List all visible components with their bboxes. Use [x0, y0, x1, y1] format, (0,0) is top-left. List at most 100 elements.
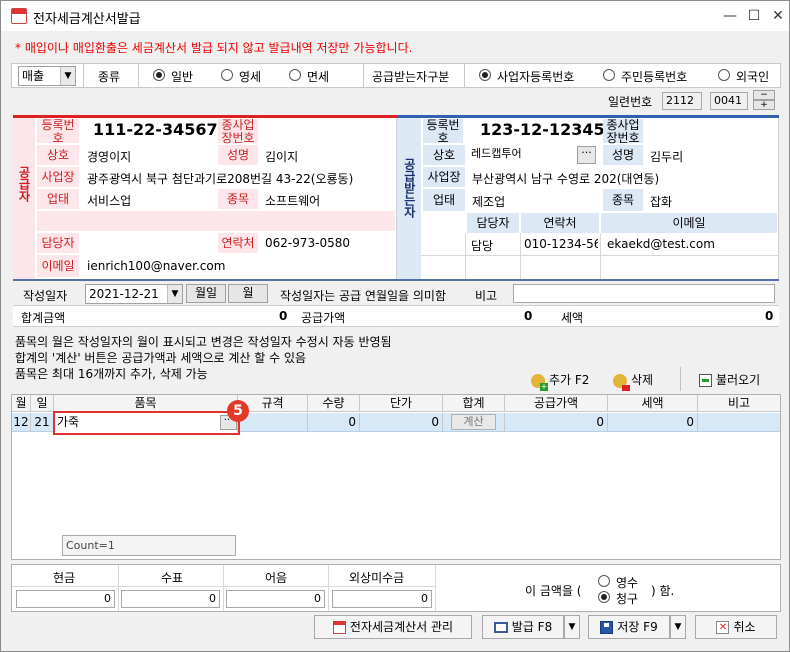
- load-button[interactable]: 불러오기: [699, 371, 760, 388]
- grid-header: 비고: [698, 395, 780, 412]
- receiver-type-label: 공급받는자구분: [372, 70, 450, 84]
- row-supply[interactable]: 0: [505, 413, 608, 432]
- divider: [138, 64, 139, 87]
- minimize-button[interactable]: —: [719, 5, 741, 27]
- invoice-manage-button[interactable]: 전자세금계산서 관리: [314, 615, 472, 639]
- receiver-radio-business[interactable]: [479, 69, 491, 81]
- payment-header: 수표: [161, 571, 184, 585]
- title-bar: 전자세금계산서발급 — ☐ ✕: [1, 1, 789, 31]
- cancel-label: 취소: [733, 620, 756, 634]
- divider: [421, 255, 779, 256]
- date-picker[interactable]: 2021-12-21 ▼: [85, 284, 183, 304]
- info-line: 합계의 '계산' 버튼은 공급가액과 세액으로 계산 할 수 있음: [15, 351, 307, 365]
- receiver-phone-header: 연락처: [521, 213, 599, 233]
- supplier-address: 광주광역시 북구 첨단과기로208번길 43-22(오룡동): [87, 172, 354, 186]
- row-spec[interactable]: [238, 413, 308, 432]
- note-label: 비고: [475, 289, 498, 303]
- delete-row-button[interactable]: 삭제: [613, 371, 653, 391]
- grid-header: 세액: [608, 395, 698, 412]
- kind-radio-exempt[interactable]: [289, 69, 301, 81]
- serial-down-button[interactable]: +: [753, 100, 775, 110]
- total-label: 합계금액: [21, 311, 66, 325]
- issue-button[interactable]: 발급 F8: [482, 615, 564, 639]
- load-label: 불러오기: [716, 373, 761, 387]
- supplier-company: 경영이지: [87, 150, 132, 164]
- payment-text-after: ) 함.: [651, 584, 675, 598]
- supplier-phone-label: 연락처: [218, 233, 258, 253]
- cancel-button[interactable]: ✕ 취소: [695, 615, 777, 639]
- bill-input[interactable]: 0: [226, 590, 325, 608]
- cash-input[interactable]: 0: [16, 590, 115, 608]
- receipt-radio[interactable]: [598, 575, 610, 587]
- totals-row: [13, 305, 779, 327]
- receiver-address-label: 사업장: [423, 167, 465, 187]
- supplier-blank-row: [37, 211, 395, 231]
- month-button[interactable]: 월: [228, 284, 268, 303]
- items-grid: 월 일 품목 규격 수량 단가 합계 공급가액 세액 비고 12 21 가죽 ·…: [11, 394, 781, 560]
- chevron-down-icon: ▼: [167, 285, 182, 303]
- divider: [118, 565, 119, 611]
- receiver-branch-label: 종사업장번호: [603, 119, 643, 144]
- add-icon: +: [531, 373, 548, 391]
- trade-type-value: 매출: [22, 69, 45, 83]
- window: 전자세금계산서발급 — ☐ ✕ * 매입이나 매입환출은 세금계산서 발급 되지…: [0, 0, 790, 652]
- save-dropdown-button[interactable]: ▼: [670, 615, 686, 639]
- supplier-item: 소프트웨어: [265, 194, 321, 208]
- section-divider: [13, 279, 779, 281]
- tax-value: 0: [765, 309, 774, 323]
- add-row-label: 추가 F2: [549, 373, 590, 387]
- add-row-button[interactable]: + 추가 F2: [531, 371, 590, 391]
- divider: [223, 565, 224, 611]
- receiver-item: 잡화: [650, 195, 673, 209]
- printer-icon: [493, 622, 508, 633]
- total-value: 0: [279, 309, 288, 323]
- receiver-name-label: 성명: [603, 145, 643, 165]
- month-day-button[interactable]: 월일: [186, 284, 226, 303]
- supplier-side-label: 공급자: [13, 118, 35, 280]
- issue-dropdown-button[interactable]: ▼: [564, 615, 580, 639]
- grid-header: 단가: [360, 395, 443, 412]
- supplier-name: 김이지: [265, 150, 299, 164]
- kind-radio-zero[interactable]: [221, 69, 233, 81]
- import-icon: [699, 374, 712, 387]
- save-button[interactable]: 저장 F9: [588, 615, 670, 639]
- highlight-box: [53, 411, 240, 435]
- info-line: 품목의 월은 작성일자의 월이 표시되고 변경은 작성일자 수정시 자동 반영됨: [15, 335, 392, 349]
- receiver-phone: 010-1234-5678: [524, 237, 598, 251]
- receiver-contact-header: 담당자: [467, 213, 519, 233]
- grid-header: 합계: [443, 395, 505, 412]
- receiver-radio-resident[interactable]: [603, 69, 615, 81]
- receivable-input[interactable]: 0: [332, 590, 432, 608]
- calc-button[interactable]: 계산: [451, 414, 496, 430]
- serial-up-button[interactable]: −: [753, 90, 775, 100]
- supplier-side-text: 공급자: [17, 166, 31, 202]
- supplier-biz-label: 업태: [37, 189, 79, 209]
- trade-type-select[interactable]: 매출 ▼: [18, 66, 76, 86]
- receiver-company-lookup-button[interactable]: ···: [577, 146, 596, 164]
- divider: [435, 565, 436, 611]
- claim-radio[interactable]: [598, 591, 610, 603]
- receiver-biz: 제조업: [472, 195, 506, 209]
- serial-year-field: 2112: [662, 92, 702, 110]
- save-icon: [600, 621, 614, 634]
- divider: [680, 367, 681, 391]
- row-qty[interactable]: 0: [308, 413, 360, 432]
- save-label: 저장 F9: [617, 620, 658, 634]
- receiver-side-text: 공급받는자: [402, 158, 417, 218]
- row-month: 12: [12, 413, 31, 432]
- row-tax[interactable]: 0: [608, 413, 698, 432]
- payment-header: 외상미수금: [349, 571, 405, 585]
- row-price[interactable]: 0: [360, 413, 443, 432]
- receiver-item-label: 종목: [603, 189, 643, 211]
- check-input[interactable]: 0: [121, 590, 220, 608]
- kind-label: 종류: [98, 70, 121, 84]
- receiver-radio-foreign[interactable]: [718, 69, 730, 81]
- serial-label: 일련번호: [608, 95, 653, 109]
- receiver-option-label: 사업자등록번호: [497, 70, 575, 84]
- supplier-branch-label: 종사업장번호: [218, 119, 258, 144]
- row-note[interactable]: [698, 413, 780, 432]
- note-input[interactable]: [513, 284, 775, 303]
- kind-radio-normal[interactable]: [153, 69, 165, 81]
- close-button[interactable]: ✕: [767, 5, 789, 27]
- maximize-button[interactable]: ☐: [743, 5, 765, 27]
